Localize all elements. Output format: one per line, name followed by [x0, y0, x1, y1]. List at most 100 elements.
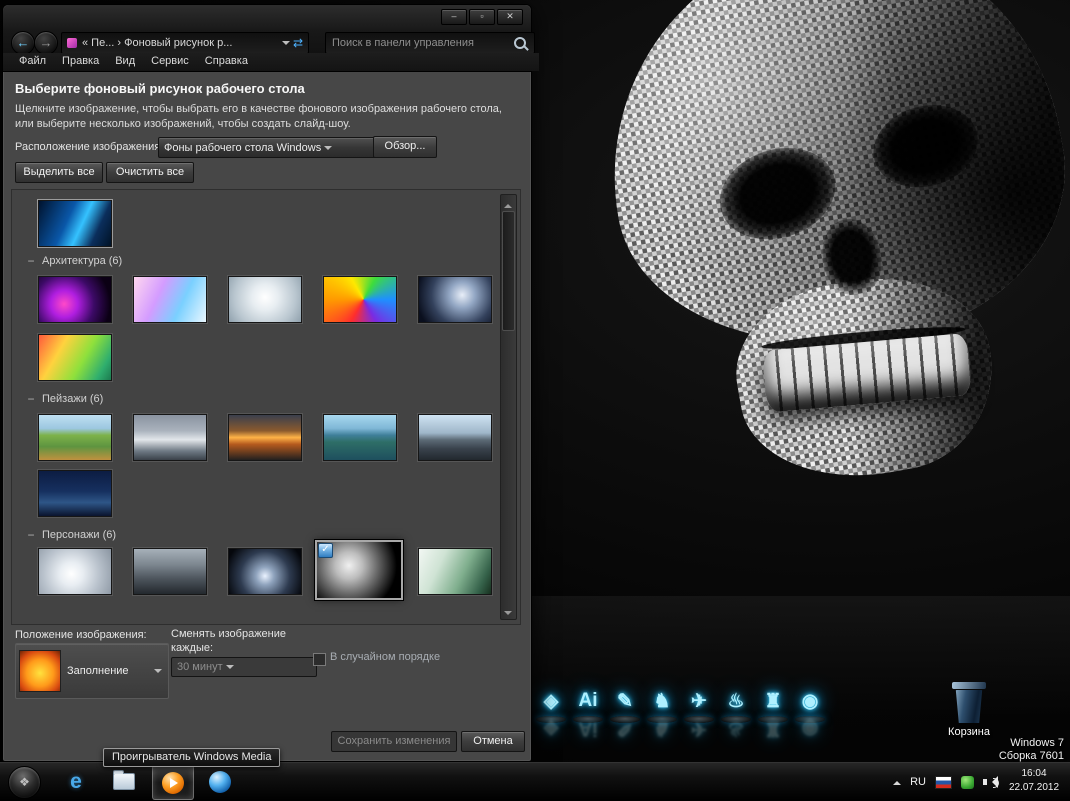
wallpaper-thumbnail[interactable]: [418, 414, 492, 461]
group-label: Персонажи (6): [42, 529, 116, 541]
taskbar-clock[interactable]: 16:04 22.07.2012: [1002, 767, 1066, 794]
group-label: Пейзажи (6): [42, 393, 103, 405]
dock-icon-4[interactable]: ♞ ♞: [645, 690, 679, 748]
close-button[interactable]: ✕: [497, 9, 523, 25]
group-header-architecture[interactable]: − Архитектура (6): [26, 254, 122, 268]
group-header-characters[interactable]: − Персонажи (6): [26, 528, 116, 542]
taskbar-explorer[interactable]: [104, 765, 144, 798]
menu-file[interactable]: Файл: [11, 53, 54, 71]
dock-icon-5-reflection: ✈: [682, 717, 716, 740]
wallpaper-thumbnail[interactable]: [133, 276, 207, 323]
explorer-folder-icon: [113, 773, 135, 790]
show-hidden-icons-icon[interactable]: [893, 777, 901, 785]
dock-icon-6[interactable]: ♨ ♨: [719, 690, 753, 748]
save-changes-button[interactable]: Сохранить изменения: [331, 731, 457, 752]
wallpaper-thumbnail[interactable]: [323, 276, 397, 323]
wallpaper-thumbnail[interactable]: [418, 548, 492, 595]
chevron-down-icon: [324, 146, 332, 154]
position-dropdown[interactable]: Заполнение: [15, 643, 169, 699]
chevron-down-icon: [226, 665, 234, 673]
dock-icon-7[interactable]: ♜ ♜: [756, 690, 790, 748]
dock-icon-7-reflection: ♜: [756, 717, 790, 740]
volume-icon[interactable]: [983, 776, 998, 788]
dock-icon-6-reflection: ♨: [719, 717, 753, 740]
scrollbar[interactable]: [500, 194, 517, 620]
breadcrumb[interactable]: « Пе... › Фоновый рисунок р...: [82, 37, 279, 49]
location-label: Расположение изображения:: [15, 141, 163, 153]
wallpaper-thumbnail[interactable]: [38, 548, 112, 595]
dock-icon-3[interactable]: ✎ ✎: [608, 690, 642, 748]
wallpaper-thumbnail[interactable]: [133, 548, 207, 595]
wallpaper-thumbnail[interactable]: [228, 548, 302, 595]
dock-icon-8[interactable]: ◉ ◉: [793, 690, 827, 748]
start-button[interactable]: ❖: [8, 766, 41, 799]
caption-buttons: – ▫ ✕: [441, 9, 523, 25]
dock-icon-1-reflection: ◈: [534, 717, 568, 740]
refresh-icon[interactable]: ⇄: [293, 36, 303, 50]
group-label: Архитектура (6): [42, 255, 122, 267]
menu-view[interactable]: Вид: [107, 53, 143, 71]
browse-button[interactable]: Обзор...: [373, 136, 437, 158]
wallpaper-skull-art: [546, 0, 1070, 592]
page-description: Щелкните изображение, чтобы выбрать его …: [15, 102, 513, 132]
scroll-down-button[interactable]: [501, 605, 514, 619]
recycle-bin[interactable]: Корзина: [940, 682, 998, 738]
wallpaper-thumbnail[interactable]: [323, 414, 397, 461]
wallpaper-thumbnail-featured[interactable]: [38, 200, 112, 247]
wallpaper-thumbnail[interactable]: [228, 414, 302, 461]
address-dropdown-icon[interactable]: [282, 41, 290, 49]
search-box[interactable]: Поиск в панели управления: [325, 32, 535, 54]
collapse-icon[interactable]: −: [26, 528, 36, 542]
menu-help[interactable]: Справка: [197, 53, 256, 71]
select-all-button[interactable]: Выделить все: [15, 162, 103, 183]
scroll-up-button[interactable]: [501, 195, 514, 209]
wallpaper-thumbnail[interactable]: [228, 276, 302, 323]
watermark-line1: Windows 7: [999, 737, 1064, 750]
back-button[interactable]: ←: [11, 31, 35, 55]
dock-icon-8-glyph: ◉: [793, 690, 827, 713]
address-bar[interactable]: « Пе... › Фоновый рисунок р... ⇄: [61, 32, 309, 54]
chevron-down-icon: [154, 669, 162, 677]
dock-icon-illustrator-reflection: Ai: [571, 717, 605, 739]
collapse-icon[interactable]: −: [26, 254, 36, 268]
taskbar-windows-media-player[interactable]: [152, 765, 194, 800]
shuffle-checkbox[interactable]: [313, 653, 326, 666]
wallpaper-thumbnail[interactable]: [38, 276, 112, 323]
system-tray: RU: [893, 763, 998, 801]
windows-media-player-icon: [162, 772, 184, 794]
taskbar-internet-explorer[interactable]: e: [56, 765, 96, 798]
wallpaper-thumbnail[interactable]: [38, 414, 112, 461]
clock-time: 16:04: [1002, 767, 1066, 781]
dock-icon-illustrator[interactable]: Ai Ai: [571, 690, 605, 748]
language-indicator[interactable]: RU: [910, 776, 926, 788]
scrollbar-thumb[interactable]: [502, 211, 515, 331]
clear-all-button[interactable]: Очистить все: [106, 162, 194, 183]
dock-icon-6-glyph: ♨: [719, 690, 753, 713]
media-app-icon: [209, 771, 231, 793]
minimize-button[interactable]: –: [441, 9, 467, 25]
keyboard-flag-icon[interactable]: [935, 776, 952, 789]
location-dropdown[interactable]: Фоны рабочего стола Windows: [158, 137, 376, 158]
wallpaper-thumbnail-selected[interactable]: ✓: [315, 540, 403, 600]
dock-icon-4-reflection: ♞: [645, 717, 679, 740]
menu-tools[interactable]: Сервис: [143, 53, 197, 71]
menu-edit[interactable]: Правка: [54, 53, 107, 71]
forward-button[interactable]: →: [34, 31, 58, 55]
group-header-landscapes[interactable]: − Пейзажи (6): [26, 392, 103, 406]
search-icon[interactable]: [514, 37, 526, 49]
collapse-icon[interactable]: −: [26, 392, 36, 406]
wallpaper-thumbnail[interactable]: [38, 334, 112, 381]
position-preview-thumbnail: [19, 650, 61, 692]
selected-checkbox[interactable]: ✓: [318, 543, 333, 558]
dock-icon-1[interactable]: ◈ ◈: [534, 690, 568, 748]
cancel-button[interactable]: Отмена: [461, 731, 525, 752]
interval-dropdown[interactable]: 30 минут: [171, 657, 317, 677]
dock-icon-7-glyph: ♜: [756, 690, 790, 713]
dock-icon-5[interactable]: ✈ ✈: [682, 690, 716, 748]
maximize-button[interactable]: ▫: [469, 9, 495, 25]
antivirus-tray-icon[interactable]: [961, 776, 974, 789]
wallpaper-thumbnail[interactable]: [133, 414, 207, 461]
wallpaper-thumbnail[interactable]: [418, 276, 492, 323]
taskbar-media-app[interactable]: [200, 765, 240, 798]
wallpaper-thumbnail[interactable]: [38, 470, 112, 517]
